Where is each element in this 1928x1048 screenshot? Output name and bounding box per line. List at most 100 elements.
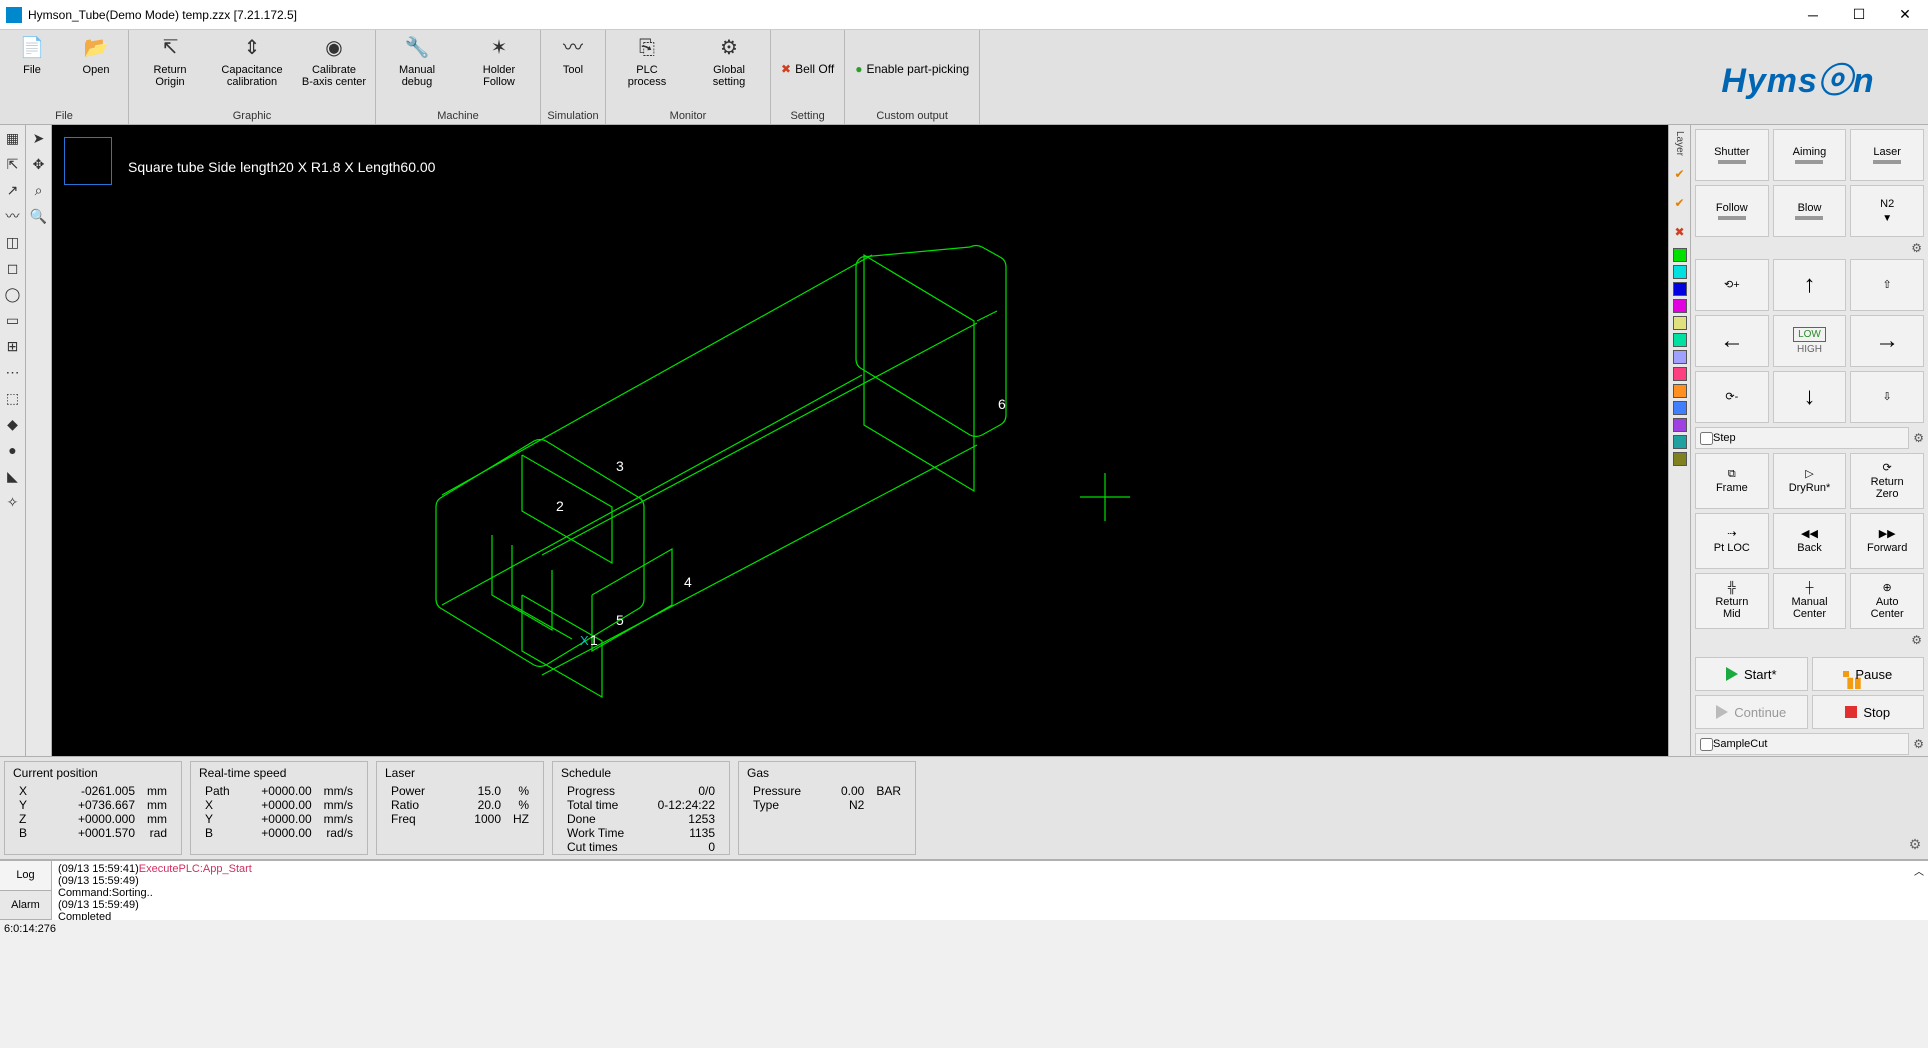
layer-swatch-9[interactable] <box>1673 401 1687 415</box>
status-cell: mm <box>141 798 173 812</box>
stop-button[interactable]: Stop <box>1812 695 1925 729</box>
tool-button[interactable]: 〰Tool <box>541 30 605 108</box>
drawing-canvas[interactable]: Square tube Side length20 X R1.8 X Lengt… <box>52 125 1668 756</box>
tool-btn-1[interactable]: ⇱ <box>0 151 25 177</box>
enable-part-picking-check[interactable]: ●Enable part-picking <box>845 62 979 76</box>
back-button[interactable]: ◀◀Back <box>1773 513 1847 569</box>
brand-logo: Hymsⓞn <box>1668 30 1928 124</box>
scroll-up-icon[interactable]: ︿ <box>1914 863 1924 878</box>
jog-cw[interactable]: ⟳- <box>1695 371 1769 423</box>
laser-toggle[interactable]: Laser <box>1850 129 1924 181</box>
jog-up[interactable]: ↑ <box>1773 259 1847 311</box>
global-setting-button[interactable]: ⚙Globalsetting <box>688 30 770 108</box>
tool-btn-3[interactable]: 〰 <box>0 203 25 229</box>
layer-swatch-1[interactable] <box>1673 265 1687 279</box>
jog-z-down[interactable]: ⇩ <box>1850 371 1924 423</box>
tool2-btn-3[interactable]: 🔍 <box>26 203 51 229</box>
tool-btn-5[interactable]: ◻ <box>0 255 25 281</box>
panel-header: Laser <box>385 766 535 780</box>
tool-btn-7[interactable]: ▭ <box>0 307 25 333</box>
jog-z-up[interactable]: ⇧ <box>1850 259 1924 311</box>
jog-left[interactable]: ← <box>1695 315 1769 367</box>
file-button[interactable]: 📄File <box>0 30 64 108</box>
manual-debug-button[interactable]: 🔧Manualdebug <box>376 30 458 108</box>
samplecut-gear-icon[interactable]: ⚙ <box>1913 737 1924 751</box>
layer-swatch-12[interactable] <box>1673 452 1687 466</box>
return-mid-button[interactable]: ╬ReturnMid <box>1695 573 1769 629</box>
layer-swatch-6[interactable] <box>1673 350 1687 364</box>
tool-btn-10[interactable]: ⬚ <box>0 385 25 411</box>
layer-check-0[interactable]: ✔ <box>1674 161 1684 187</box>
status-gear-icon[interactable]: ⚙ <box>1902 757 1928 859</box>
tool-btn-2[interactable]: ↗ <box>0 177 25 203</box>
jog-down[interactable]: ↓ <box>1773 371 1847 423</box>
tool-btn-13[interactable]: ◣ <box>0 463 25 489</box>
status-panel-schedule: ScheduleProgress0/0Total time0-12:24:22D… <box>552 761 730 855</box>
auto-center-button[interactable]: ⊕AutoCenter <box>1850 573 1924 629</box>
tool-btn-14[interactable]: ✧ <box>0 489 25 515</box>
layer-swatch-4[interactable] <box>1673 316 1687 330</box>
ribbon-group-label: Graphic <box>129 108 375 124</box>
layer-swatch-2[interactable] <box>1673 282 1687 296</box>
tool-btn-6[interactable]: ◯ <box>0 281 25 307</box>
holder-follow-button[interactable]: ✶HolderFollow <box>458 30 540 108</box>
layer-check-1[interactable]: ✔ <box>1674 190 1684 216</box>
manual-center-button[interactable]: ┼ManualCenter <box>1773 573 1847 629</box>
footer-bar: 6:0:14:276 <box>0 920 1928 938</box>
tool2-btn-1[interactable]: ✥ <box>26 151 51 177</box>
continue-button[interactable]: Continue <box>1695 695 1808 729</box>
layer-swatch-0[interactable] <box>1673 248 1687 262</box>
samplecut-box[interactable]: SampleCut <box>1695 733 1909 755</box>
tool-btn-9[interactable]: ⋯ <box>0 359 25 385</box>
calibrate-b-axis-button[interactable]: ◉CalibrateB-axis center <box>293 30 375 108</box>
forward-button[interactable]: ▶▶Forward <box>1850 513 1924 569</box>
step-gear-icon[interactable]: ⚙ <box>1913 431 1924 445</box>
start-button[interactable]: Start* <box>1695 657 1808 691</box>
step-checkbox[interactable] <box>1700 432 1713 445</box>
pause-button[interactable]: ▮▮Pause <box>1812 657 1925 691</box>
samplecut-checkbox[interactable] <box>1700 738 1713 751</box>
return-zero-button[interactable]: ⟳ReturnZero <box>1850 453 1924 509</box>
frame-button[interactable]: ⧉Frame <box>1695 453 1769 509</box>
layer-swatch-8[interactable] <box>1673 384 1687 398</box>
open-button[interactable]: 📂Open <box>64 30 128 108</box>
layer-swatch-5[interactable] <box>1673 333 1687 347</box>
log-text[interactable]: ︿ (09/13 15:59:41)ExecutePLC:App_Start(0… <box>52 861 1928 920</box>
tool2-btn-6 <box>26 281 51 307</box>
layer-swatch-10[interactable] <box>1673 418 1687 432</box>
jog-ccw[interactable]: ⟲+ <box>1695 259 1769 311</box>
capacitance-calibration-button[interactable]: ⇕Capacitancecalibration <box>211 30 293 108</box>
tool2-btn-0[interactable]: ➤ <box>26 125 51 151</box>
layer-swatch-3[interactable] <box>1673 299 1687 313</box>
ptloc-button[interactable]: ⇢Pt LOC <box>1695 513 1769 569</box>
maximize-button[interactable]: ☐ <box>1836 0 1882 30</box>
op-label: AutoCenter <box>1871 596 1904 620</box>
tool-btn-12[interactable]: ● <box>0 437 25 463</box>
tool-btn-11[interactable]: ◆ <box>0 411 25 437</box>
shutter-toggle[interactable]: Shutter <box>1695 129 1769 181</box>
jog-speed[interactable]: LOWHIGH <box>1773 315 1847 367</box>
n2-toggle[interactable]: N2▼ <box>1850 185 1924 237</box>
dryrun-button[interactable]: ▷DryRun* <box>1773 453 1847 509</box>
step-box[interactable]: Step <box>1695 427 1909 449</box>
toggle-label: Shutter <box>1714 146 1749 158</box>
layer-swatch-7[interactable] <box>1673 367 1687 381</box>
jog-right[interactable]: → <box>1850 315 1924 367</box>
layer-swatch-11[interactable] <box>1673 435 1687 449</box>
plc-process-button[interactable]: ⎘PLCprocess <box>606 30 688 108</box>
minimize-button[interactable]: ─ <box>1790 0 1836 30</box>
tool2-btn-2[interactable]: ⌕ <box>26 177 51 203</box>
layer-check-2[interactable]: ✖ <box>1674 219 1684 245</box>
tool-btn-8[interactable]: ⊞ <box>0 333 25 359</box>
tool-btn-0[interactable]: ▦ <box>0 125 25 151</box>
aiming-toggle[interactable]: Aiming <box>1773 129 1847 181</box>
blow-toggle[interactable]: Blow <box>1773 185 1847 237</box>
tool-btn-4[interactable]: ◫ <box>0 229 25 255</box>
bell-off-check[interactable]: ✖Bell Off <box>771 62 844 76</box>
log-tab-log[interactable]: Log <box>0 861 51 891</box>
return-origin-icon: ↸ <box>156 36 184 60</box>
close-button[interactable]: ✕ <box>1882 0 1928 30</box>
follow-toggle[interactable]: Follow <box>1695 185 1769 237</box>
return-origin-button[interactable]: ↸ReturnOrigin <box>129 30 211 108</box>
log-tab-alarm[interactable]: Alarm <box>0 891 51 921</box>
